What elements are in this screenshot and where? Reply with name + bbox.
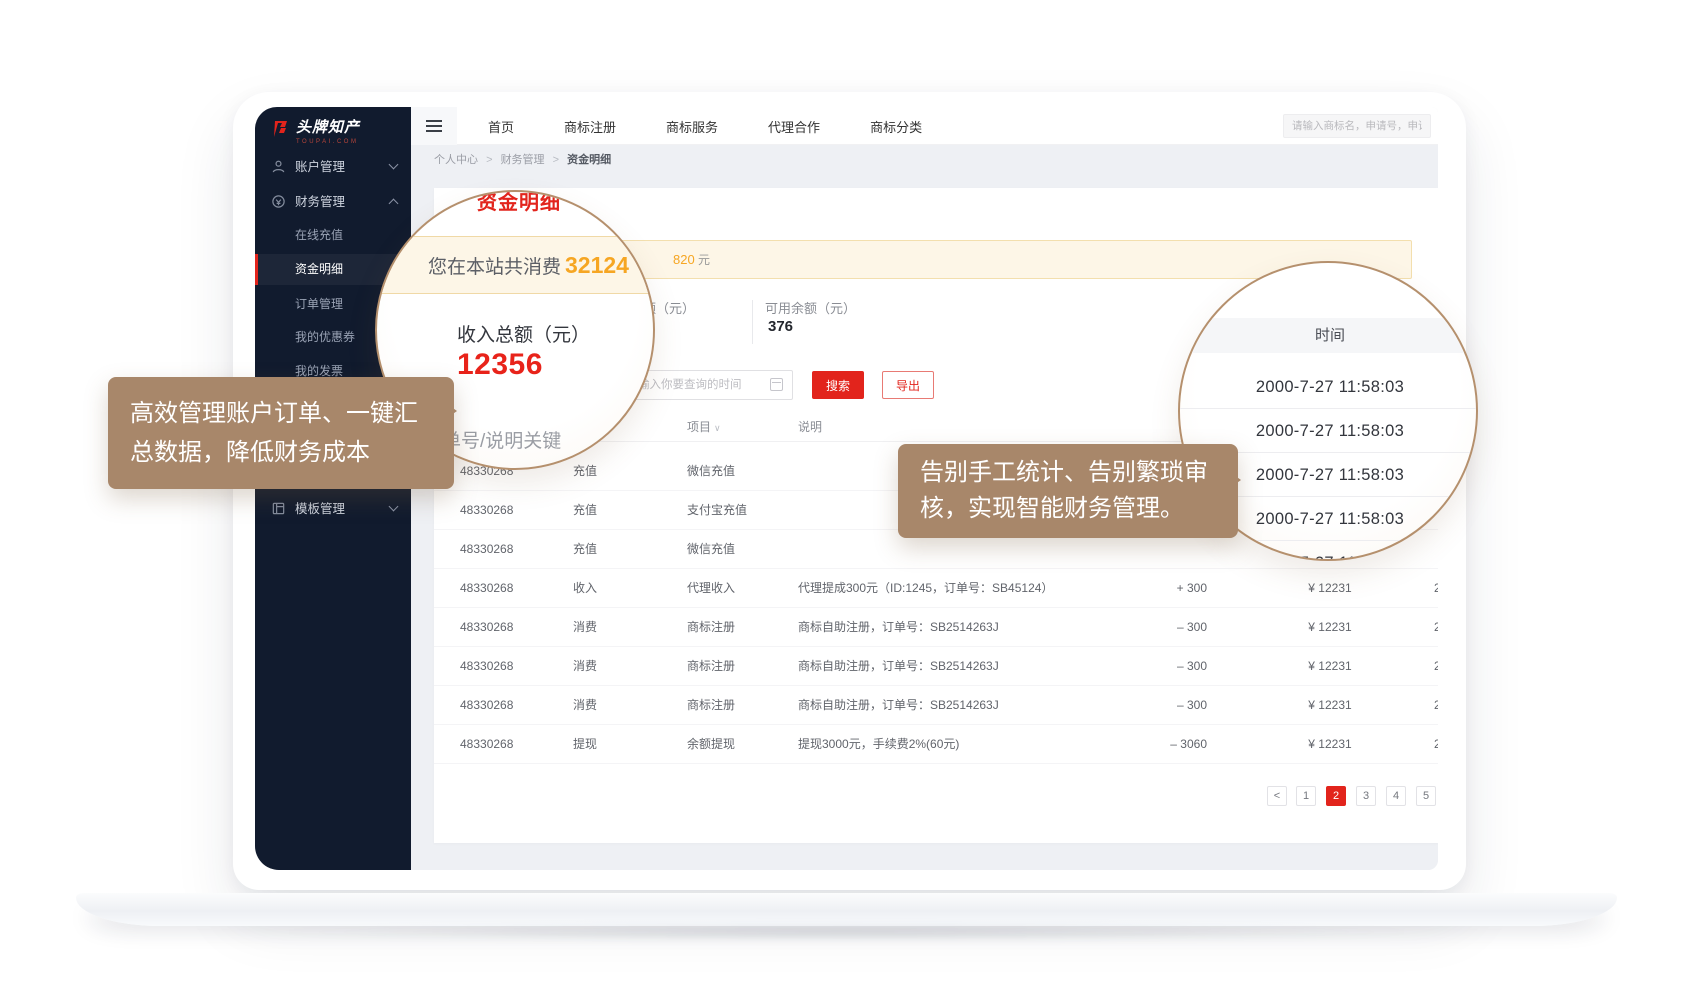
page-background: 头牌知产 TOUPAI.COM 账户管理 财务管理: [0, 0, 1696, 1002]
sidebar-item-label: 财务管理: [295, 186, 345, 218]
callout-left: 高效管理账户订单、一键汇总数据，降低财务成本: [108, 377, 454, 489]
finance-icon: [271, 194, 286, 209]
user-icon: [271, 159, 286, 174]
lens-time-row: 2000-7-27 11:58:03: [1180, 541, 1478, 561]
calendar-icon[interactable]: [770, 378, 783, 391]
pagination-page-4[interactable]: 4: [1386, 786, 1406, 806]
sidebar-item-finance[interactable]: 财务管理: [255, 186, 411, 218]
pagination-page-3[interactable]: 3: [1356, 786, 1376, 806]
template-icon: [271, 501, 286, 516]
pagination-page-5[interactable]: 5: [1416, 786, 1436, 806]
pagination-page-1[interactable]: 1: [1296, 786, 1316, 806]
consumption-amount-tail: 820 元: [673, 241, 710, 279]
pagination: < 1 2 3 4 5: [434, 786, 1438, 808]
lens-income-label: 收入总额（元）: [457, 320, 590, 347]
header-desc: 说明: [798, 412, 1128, 442]
menu-toggle[interactable]: [411, 107, 457, 145]
breadcrumb-item[interactable]: 个人中心: [434, 154, 478, 166]
breadcrumb-item[interactable]: 财务管理: [501, 154, 545, 166]
hamburger-icon: [426, 120, 442, 132]
search-button[interactable]: 搜索: [812, 371, 864, 399]
nav-item-home[interactable]: 首页: [463, 117, 539, 136]
nav-item-trademark-class[interactable]: 商标分类: [845, 117, 947, 136]
table-row: 48330268 消费 商标注册 商标自助注册，订单号：SB2514263J –…: [434, 686, 1438, 725]
lens-income-value: 12356: [457, 348, 543, 382]
date-query-input[interactable]: [627, 370, 793, 400]
pagination-prev[interactable]: <: [1267, 786, 1287, 806]
nav-item-trademark-service[interactable]: 商标服务: [641, 117, 743, 136]
chevron-down-icon: [389, 502, 399, 512]
callout-right: 告别手工统计、告别繁琐审核，实现智能财务管理。: [898, 444, 1238, 538]
trademark-search-input[interactable]: [1283, 114, 1431, 138]
nav-item-agency[interactable]: 代理合作: [743, 117, 845, 136]
sidebar-item-templates[interactable]: 模板管理: [255, 493, 411, 525]
table-row: 48330268 消费 商标注册 商标自助注册，订单号：SB2514263J –…: [434, 608, 1438, 647]
lens-time-row: 2000-7-27 11:58:03: [1180, 365, 1478, 409]
brand-logo-icon: [271, 119, 291, 139]
available-balance-label: 可用余额（元）: [765, 298, 856, 317]
sidebar-item-label: 模板管理: [295, 493, 345, 525]
table-row: 48330268 消费 商标注册 商标自助注册，订单号：SB2514263J –…: [434, 647, 1438, 686]
lens-tab-fragment: 资金明细: [477, 190, 561, 215]
sidebar-item-account[interactable]: 账户管理: [255, 151, 411, 183]
available-balance-value: 376: [768, 318, 793, 335]
brand-subtitle: TOUPAI.COM: [296, 139, 360, 145]
header-item[interactable]: 项目∨: [687, 412, 721, 443]
sort-caret-icon: ∨: [714, 423, 721, 433]
lens-time-header: 时间: [1180, 318, 1478, 353]
table-row: 48330268 收入 代理收入 代理提成300元（ID:1245，订单号：SB…: [434, 569, 1438, 608]
brand-logo: 头牌知产 TOUPAI.COM: [271, 118, 360, 145]
pagination-page-2-active[interactable]: 2: [1326, 786, 1346, 806]
sidebar-item-label: 账户管理: [295, 151, 345, 183]
nav-links: 首页 商标注册 商标服务 代理合作 商标分类: [463, 107, 947, 145]
laptop-base: [76, 893, 1617, 926]
stats-divider: [752, 300, 753, 344]
breadcrumb: 个人中心 > 财务管理 > 资金明细: [411, 145, 1438, 176]
chevron-down-icon: [389, 160, 399, 170]
chevron-up-icon: [389, 199, 399, 209]
lens-consumption-banner: 您在本站共消费32124元: [375, 236, 655, 294]
top-navbar: 首页 商标注册 商标服务 代理合作 商标分类: [411, 107, 1438, 145]
breadcrumb-current: 资金明细: [567, 154, 611, 166]
table-row: 48330268 提现 余额提现 提现3000元，手续费2%(60元) – 30…: [434, 725, 1438, 764]
nav-item-trademark-register[interactable]: 商标注册: [539, 117, 641, 136]
export-button[interactable]: 导出: [882, 371, 934, 399]
brand-name: 头牌知产: [296, 118, 360, 138]
